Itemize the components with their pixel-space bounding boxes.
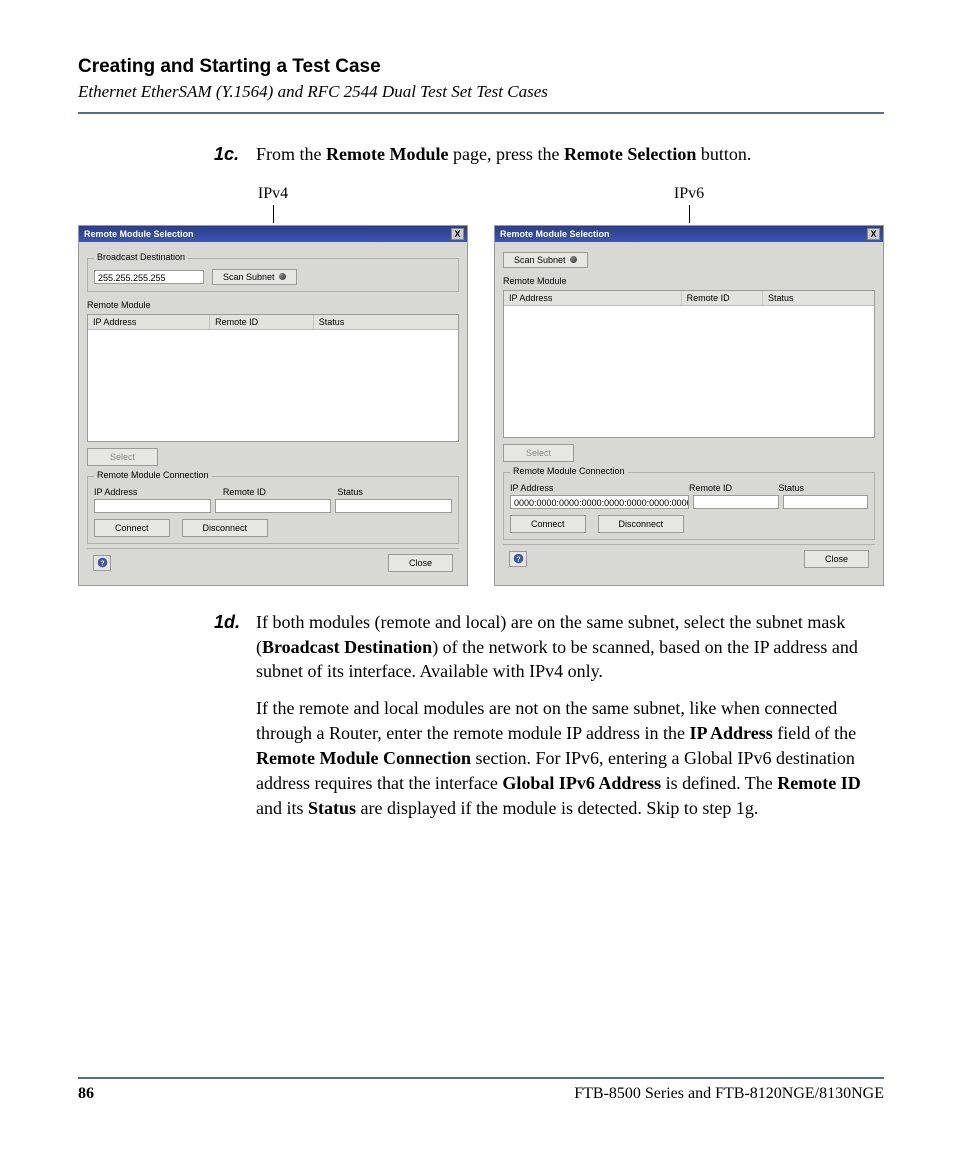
text: field of the — [773, 723, 856, 743]
ipv6-dialog: Remote Module Selection X Scan Subnet Re… — [494, 225, 884, 586]
ipv4-dialog: Remote Module Selection X Broadcast Dest… — [78, 225, 468, 586]
group-label: Remote Module Connection — [510, 466, 628, 476]
svg-text:?: ? — [516, 557, 520, 564]
connection-remote-id-field — [693, 495, 779, 509]
list-header: IP Address Remote ID Status — [504, 291, 874, 306]
ipv6-label: IPv6 — [674, 185, 704, 203]
step-1d-number: 1d. — [214, 610, 256, 821]
col-remote-id[interactable]: Remote ID — [682, 291, 763, 305]
text: and its — [256, 798, 308, 818]
text: page, press the — [448, 144, 563, 164]
help-icon: ? — [97, 557, 108, 568]
status-dot-icon — [570, 256, 577, 263]
broadcast-destination-input[interactable]: 255.255.255.255 — [94, 270, 204, 284]
button-label: Scan Subnet — [223, 272, 275, 282]
disconnect-button[interactable]: Disconnect — [598, 515, 685, 533]
dialog-titlebar: Remote Module Selection X — [79, 226, 467, 242]
scan-subnet-button[interactable]: Scan Subnet — [503, 252, 588, 268]
dialog-title: Remote Module Selection — [500, 229, 610, 239]
col-status[interactable]: Status — [763, 291, 874, 305]
step-1d-text: If both modules (remote and local) are o… — [256, 610, 884, 821]
remote-module-label: Remote Module — [503, 276, 875, 286]
text-bold: Remote Module Connection — [256, 748, 471, 768]
text: button. — [696, 144, 751, 164]
col-remote-id[interactable]: Remote ID — [210, 315, 314, 329]
label-status: Status — [337, 487, 452, 497]
close-icon[interactable]: X — [451, 228, 464, 240]
select-button[interactable]: Select — [87, 448, 158, 466]
scan-subnet-button[interactable]: Scan Subnet — [212, 269, 297, 285]
label-ip-address: IP Address — [94, 487, 223, 497]
help-icon: ? — [513, 553, 524, 564]
select-button[interactable]: Select — [503, 444, 574, 462]
button-label: Scan Subnet — [514, 255, 566, 265]
connection-status-field — [335, 499, 452, 513]
remote-module-connection-group: Remote Module Connection IP Address Remo… — [87, 476, 459, 544]
connect-button[interactable]: Connect — [94, 519, 170, 537]
text-bold: Broadcast Destination — [262, 637, 432, 657]
pointer-line — [689, 205, 690, 223]
connection-ip-input[interactable]: 0000:0000:0000:0000:0000:0000:0000:0000 — [510, 495, 689, 509]
ipv4-label: IPv4 — [258, 185, 288, 203]
connection-remote-id-field — [215, 499, 332, 513]
col-status[interactable]: Status — [314, 315, 458, 329]
text-bold: Status — [308, 798, 356, 818]
label-ip-address: IP Address — [510, 483, 689, 493]
pointer-line — [273, 205, 274, 223]
step-1c-number: 1c. — [214, 142, 256, 167]
remote-module-label: Remote Module — [87, 300, 459, 310]
broadcast-destination-group: Broadcast Destination 255.255.255.255 Sc… — [87, 258, 459, 292]
label-remote-id: Remote ID — [689, 483, 779, 493]
close-icon[interactable]: X — [867, 228, 880, 240]
text-bold: Global IPv6 Address — [502, 773, 661, 793]
dialog-titlebar: Remote Module Selection X — [495, 226, 883, 242]
text-bold: Remote ID — [777, 773, 860, 793]
header-rule — [78, 112, 884, 114]
close-button[interactable]: Close — [804, 550, 869, 568]
page-number: 86 — [78, 1085, 94, 1103]
text-bold: Remote Selection — [564, 144, 696, 164]
remote-module-list[interactable]: IP Address Remote ID Status — [503, 290, 875, 438]
remote-module-connection-group: Remote Module Connection IP Address Remo… — [503, 472, 875, 540]
page-subtitle: Ethernet EtherSAM (Y.1564) and RFC 2544 … — [78, 82, 884, 102]
page-footer: 86 FTB-8500 Series and FTB-8120NGE/8130N… — [78, 1077, 884, 1103]
col-ip-address[interactable]: IP Address — [88, 315, 210, 329]
help-button[interactable]: ? — [509, 551, 527, 567]
col-ip-address[interactable]: IP Address — [504, 291, 682, 305]
help-button[interactable]: ? — [93, 555, 111, 571]
disconnect-button[interactable]: Disconnect — [182, 519, 269, 537]
close-button[interactable]: Close — [388, 554, 453, 572]
group-label: Broadcast Destination — [94, 252, 188, 262]
text-bold: IP Address — [690, 723, 773, 743]
text-bold: Remote Module — [326, 144, 448, 164]
step-1c-text: From the Remote Module page, press the R… — [256, 142, 884, 167]
connection-ip-input[interactable] — [94, 499, 211, 513]
text: are displayed if the module is detected.… — [356, 798, 758, 818]
group-label: Remote Module Connection — [94, 470, 212, 480]
book-series: FTB-8500 Series and FTB-8120NGE/8130NGE — [574, 1085, 884, 1103]
label-status: Status — [779, 483, 869, 493]
status-dot-icon — [279, 273, 286, 280]
connection-status-field — [783, 495, 868, 509]
remote-module-list[interactable]: IP Address Remote ID Status — [87, 314, 459, 442]
connect-button[interactable]: Connect — [510, 515, 586, 533]
svg-text:?: ? — [100, 561, 104, 568]
list-header: IP Address Remote ID Status — [88, 315, 458, 330]
dialog-title: Remote Module Selection — [84, 229, 194, 239]
label-remote-id: Remote ID — [223, 487, 338, 497]
page-title: Creating and Starting a Test Case — [78, 56, 884, 78]
text: From the — [256, 144, 326, 164]
text: is defined. The — [661, 773, 777, 793]
